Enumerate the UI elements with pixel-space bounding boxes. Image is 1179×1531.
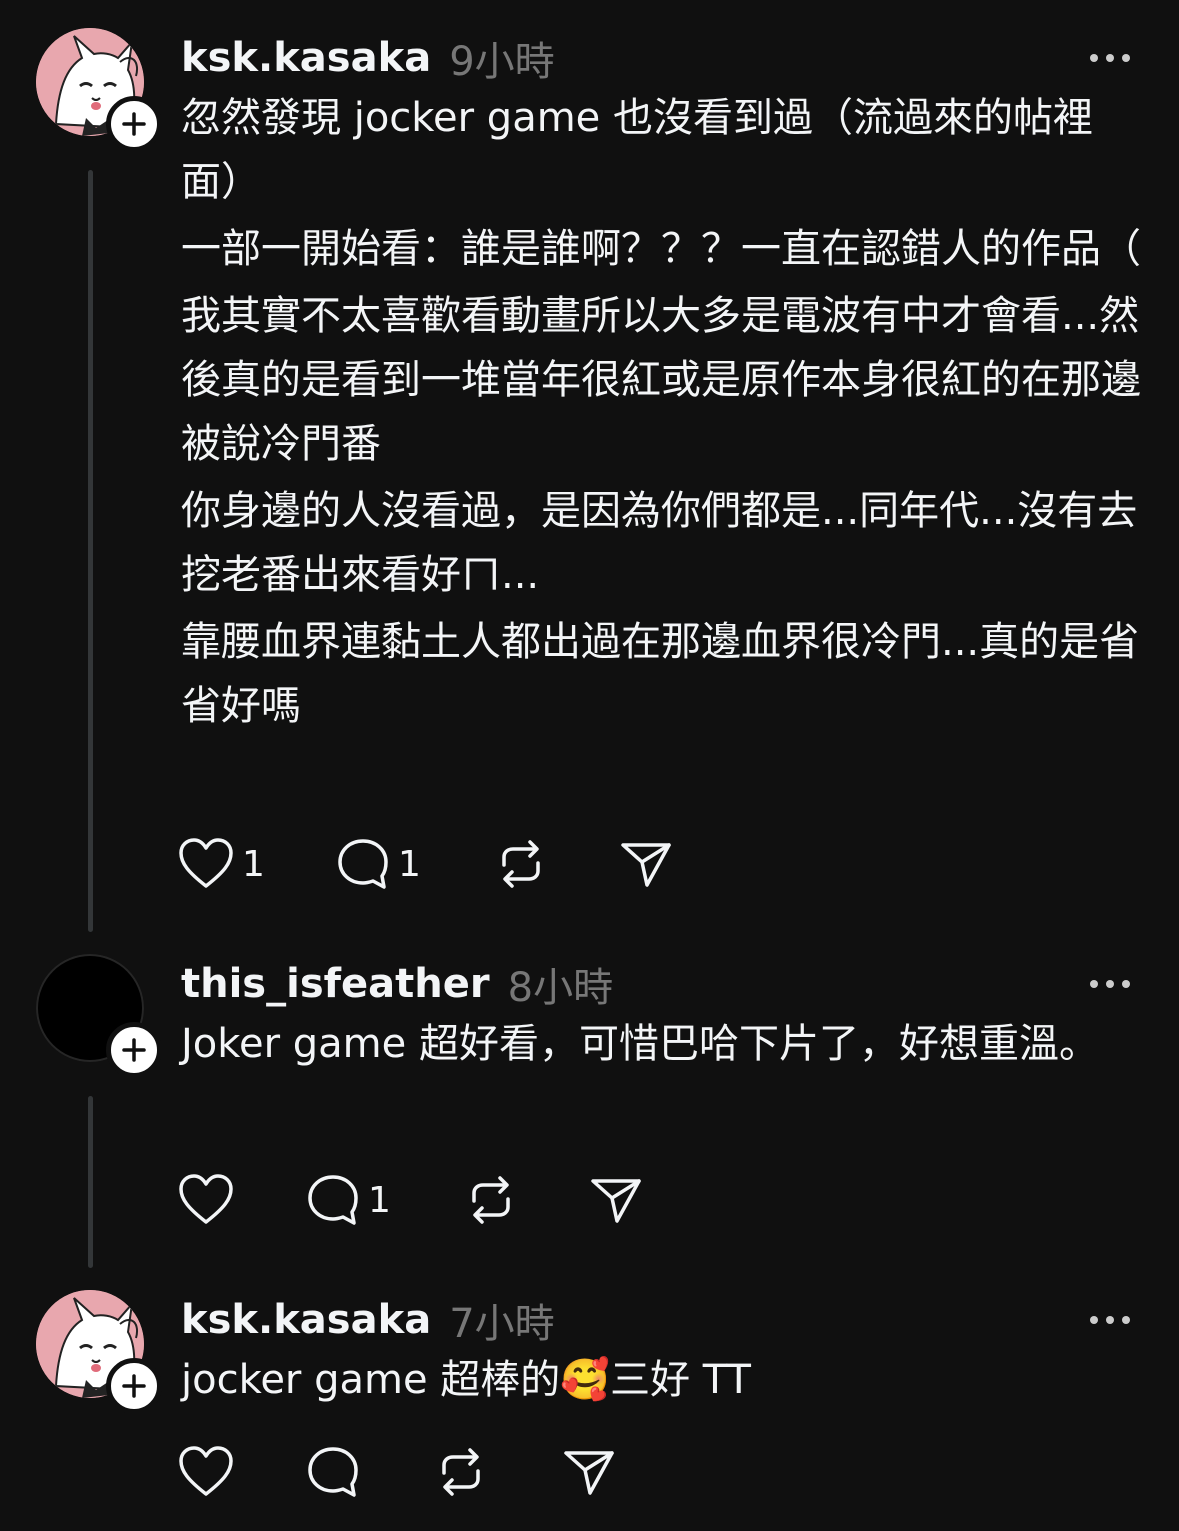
avatar-container [36,28,162,152]
post-timestamp: 9小時 [449,39,555,85]
paper-plane-icon [621,843,671,887]
thread-connector-line [88,1096,93,1268]
share-button[interactable] [562,1445,616,1499]
like-button[interactable]: 1 [178,838,336,890]
paper-plane-icon [564,1451,614,1495]
avatar-container [36,954,162,1078]
thread-connector-line [88,170,93,932]
more-options-button[interactable] [1085,1300,1135,1340]
repost-arrows-icon [442,1448,480,1496]
username[interactable]: ksk.kasaka [181,1297,431,1343]
share-button[interactable] [619,837,673,891]
post-paragraph: 靠腰血界連黏土人都出過在那邊血界很冷門...真的是省省好嗎 [181,619,1140,729]
post-paragraph: Joker game 超好看，可惜巴哈下片了，好想重溫。 [181,1021,1099,1067]
reply-button[interactable] [306,1445,434,1499]
plus-icon [122,1038,146,1062]
like-button[interactable] [178,1174,306,1226]
post-header: ksk.kasaka 7小時 [181,1290,555,1350]
avatar-container [36,1290,162,1414]
post-body: 忽然發現 jocker game 也沒看到過（流過來的帖裡面） 一部一開始看：誰… [181,86,1149,741]
like-count: 1 [242,843,265,885]
post-paragraph: 忽然發現 jocker game 也沒看到過（流過來的帖裡面） [181,95,1093,205]
comment-bubble-icon [308,1175,358,1225]
post-body: jocker game 超棒的🥰三好 TT [181,1348,1149,1415]
username[interactable]: ksk.kasaka [181,35,431,81]
reply-count: 1 [398,843,421,885]
ellipsis-icon [1090,980,1130,988]
comment-bubble-icon [338,839,388,889]
more-options-button[interactable] [1085,964,1135,1004]
post-paragraph: 你身邊的人沒看過，是因為你們都是...同年代...沒有去挖老番出來看好ㄇ... [181,488,1138,598]
post-paragraph: jocker game 超棒的🥰三好 TT [181,1357,751,1403]
repost-button[interactable] [434,1445,562,1499]
repost-arrows-icon [502,840,540,888]
username[interactable]: this_isfeather [181,961,490,1007]
post-body: Joker game 超好看，可惜巴哈下片了，好想重溫。 [181,1012,1149,1079]
repost-arrows-icon [472,1176,510,1224]
heart-icon [179,1174,233,1224]
post-paragraph: 我其實不太喜歡看動畫所以大多是電波有中才會看...然後真的是看到一堆當年很紅或是… [181,293,1141,467]
post-actions [178,1442,616,1502]
reply-button[interactable]: 1 [336,837,494,891]
post-header: ksk.kasaka 9小時 [181,28,555,88]
more-options-button[interactable] [1085,38,1135,78]
repost-button[interactable] [464,1173,589,1227]
follow-button[interactable] [106,96,162,152]
post-paragraph: 一部一開始看：誰是誰啊？？？一直在認錯人的作品（ [181,226,1141,272]
like-button[interactable] [178,1446,306,1498]
post-actions: 1 1 [178,834,673,894]
repost-button[interactable] [494,837,619,891]
post-actions: 1 [178,1170,643,1230]
paper-plane-icon [591,1179,641,1223]
post-timestamp: 8小時 [507,965,614,1011]
comment-bubble-icon [308,1447,358,1497]
share-button[interactable] [589,1173,643,1227]
post-header: this_isfeather 8小時 [181,954,613,1014]
heart-icon [179,1446,233,1496]
ellipsis-icon [1090,1316,1130,1324]
follow-button[interactable] [106,1022,162,1078]
plus-icon [122,112,146,136]
follow-button[interactable] [106,1358,162,1414]
post-timestamp: 7小時 [449,1301,555,1347]
heart-icon [179,838,233,888]
ellipsis-icon [1090,54,1130,62]
reply-button[interactable]: 1 [306,1173,464,1227]
plus-icon [122,1374,146,1398]
reply-count: 1 [368,1179,391,1221]
